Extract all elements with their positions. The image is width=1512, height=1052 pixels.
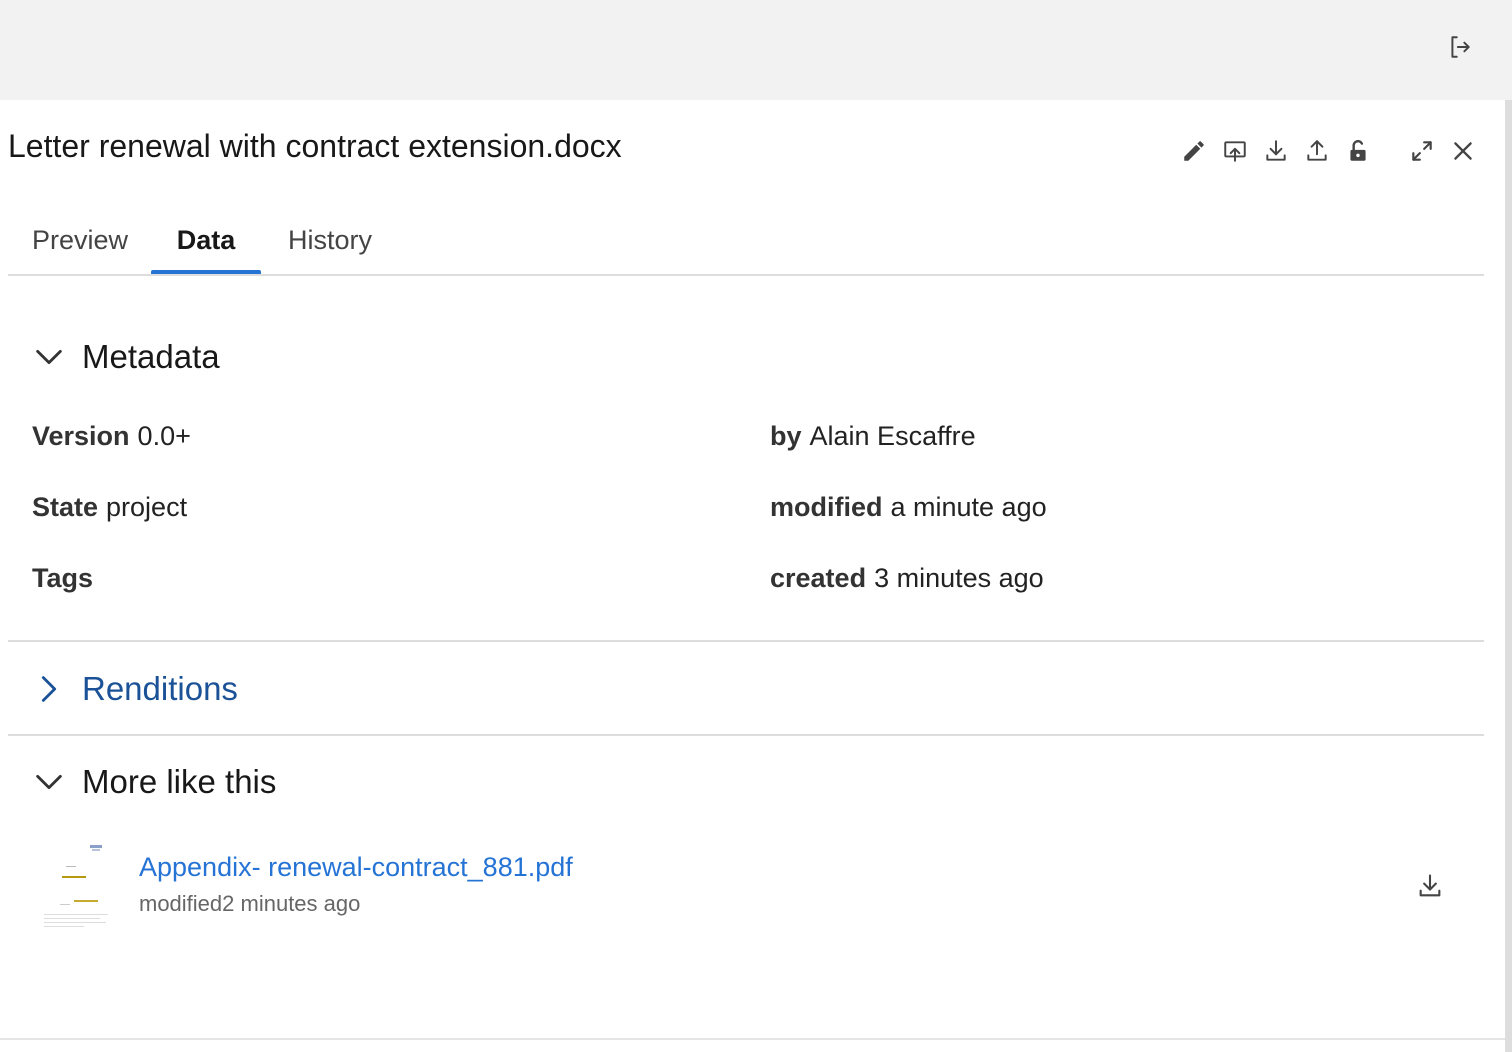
modified-value: a minute ago (890, 492, 1047, 522)
logout-icon (1451, 36, 1470, 58)
renditions-section-toggle[interactable]: Renditions (32, 664, 238, 714)
created-field: created 3 minutes ago (770, 561, 1044, 595)
tags-field: Tags (32, 561, 101, 595)
chevron-down-icon (36, 774, 62, 790)
chevron-right-icon (41, 676, 57, 702)
panel-scrollbar-edge (1505, 100, 1512, 1052)
created-label: created (770, 563, 867, 593)
download-icon (1419, 874, 1441, 897)
more-like-this-section-toggle[interactable]: More like this (32, 757, 276, 807)
download-icon (1266, 140, 1286, 161)
similar-document-link[interactable]: Appendix- renewal-contract_881.pdf (139, 850, 573, 884)
modified-field: modified a minute ago (770, 490, 1047, 524)
tab-bar: Preview Data History (8, 206, 1484, 278)
download-button[interactable] (1259, 134, 1293, 168)
version-label: Version (32, 421, 130, 451)
logout-button[interactable] (1444, 32, 1476, 62)
panel-bottom-border (0, 1038, 1505, 1040)
version-field: Version 0.0+ (32, 419, 191, 453)
created-value: 3 minutes ago (874, 563, 1044, 593)
expand-icon (1412, 141, 1432, 161)
tabs-divider (8, 274, 1484, 276)
upload-new-version-button[interactable] (1218, 134, 1252, 168)
more-like-this-heading: More like this (82, 763, 277, 800)
chevron-down-icon (36, 349, 62, 365)
tab-data[interactable]: Data (151, 206, 261, 274)
share-button[interactable] (1300, 134, 1334, 168)
tags-label: Tags (32, 563, 94, 593)
state-value: project (106, 492, 188, 522)
modified-label: modified (770, 492, 883, 522)
tab-history[interactable]: History (278, 206, 382, 274)
renditions-heading: Renditions (82, 670, 238, 707)
similar-document-meta: modified2 minutes ago (139, 891, 361, 916)
upload-new-version-icon (1224, 141, 1246, 162)
top-bar (0, 0, 1512, 100)
author-field: by Alain Escaffre (770, 419, 976, 453)
author-value: Alain Escaffre (809, 421, 976, 451)
document-thumbnail[interactable] (42, 842, 110, 930)
share-icon (1307, 140, 1327, 161)
section-divider (8, 640, 1484, 642)
close-button[interactable] (1446, 134, 1480, 168)
document-title: Letter renewal with contract extension.d… (8, 128, 622, 164)
pencil-icon (1184, 141, 1204, 161)
state-field: State project (32, 490, 187, 524)
close-icon (1454, 142, 1472, 160)
section-divider (8, 734, 1484, 736)
similar-document-download-button[interactable] (1412, 868, 1448, 904)
metadata-heading: Metadata (82, 338, 220, 375)
unlock-icon (1350, 140, 1366, 161)
lock-toggle-button[interactable] (1341, 134, 1375, 168)
state-label: State (32, 492, 99, 522)
edit-button[interactable] (1177, 134, 1211, 168)
tab-preview[interactable]: Preview (22, 206, 138, 274)
expand-button[interactable] (1405, 134, 1439, 168)
version-value: 0.0+ (137, 421, 191, 451)
metadata-section-toggle[interactable]: Metadata (32, 332, 220, 382)
author-label: by (770, 421, 802, 451)
